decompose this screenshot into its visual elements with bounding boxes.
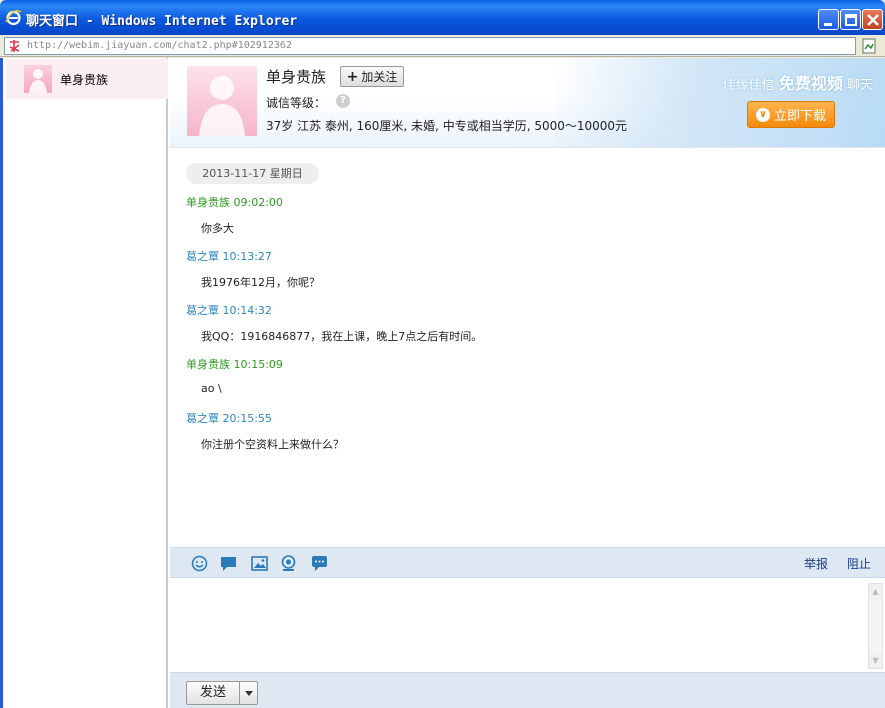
address-field[interactable]: http://webim.jiayuan.com/chat2.php#10291… [4,37,856,55]
message-text: 你多大 [201,222,234,235]
free-video-promo: 佳缘佳信 免费视频 聊天 [723,70,873,94]
message-header: 葛之覃 10:13:27 [186,248,272,264]
minimize-button[interactable] [818,9,839,30]
message-sender: 葛之覃 [186,304,219,317]
input-scrollbar[interactable]: ▲ ▼ [868,583,883,669]
message-header: 葛之覃 20:15:55 [186,410,272,426]
profile-header: 单身贵族 + 加关注 诚信等级： ? 37岁 江苏 泰州, 160厘米, 未婚,… [170,58,885,148]
webcam-icon[interactable] [280,555,297,572]
maximize-icon [845,14,857,26]
message-header: 单身贵族 10:15:09 [186,356,283,372]
message-sender: 葛之覃 [186,250,219,263]
female-silhouette-icon [29,69,47,93]
download-icon: ∨ [755,107,770,122]
message-text: ao \ [201,382,222,395]
follow-button[interactable]: + 加关注 [340,66,404,87]
download-label: 立即下载 [773,109,826,124]
message-icon[interactable] [311,555,328,572]
profile-photo[interactable] [187,66,257,136]
scroll-up-icon[interactable]: ▲ [869,584,882,599]
credit-level-label: 诚信等级： [266,96,327,110]
message-time: 10:15:09 [233,358,283,371]
profile-name: 单身贵族 [266,68,327,86]
download-button[interactable]: ∨ 立即下载 [747,101,835,128]
report-link[interactable]: 举报 [804,555,828,572]
send-bar: 发送 [170,672,885,708]
minimize-icon [824,23,832,26]
message-header: 葛之覃 10:14:32 [186,302,272,318]
window-titlebar[interactable]: 聊天窗口 - Windows Internet Explorer [0,0,885,35]
message-sender: 单身贵族 [186,358,230,371]
message-time: 20:15:55 [222,412,272,425]
window-title: 聊天窗口 - Windows Internet Explorer [26,14,298,29]
smiley-icon[interactable] [191,555,208,572]
address-url: http://webim.jiayuan.com/chat2.php#10291… [27,40,292,51]
promo-prefix: 佳缘佳信 [722,78,775,93]
follow-label: 加关注 [361,70,398,84]
chat-bubble-icon[interactable] [220,555,237,572]
female-silhouette-icon [199,76,245,136]
promo-suffix: 聊天 [846,78,873,93]
internet-explorer-icon [5,10,22,26]
send-button[interactable]: 发送 [186,681,240,705]
chat-log: 2013-11-17 星期日 单身贵族 09:02:00 你多大 葛之覃 10:… [170,149,885,547]
message-input[interactable]: ▲ ▼ [170,578,885,672]
profile-info: 37岁 江苏 泰州, 160厘米, 未婚, 中专或相当学历, 5000～1000… [266,119,628,133]
page-icon[interactable] [862,38,877,54]
message-text: 你注册个空资料上来做什么？ [201,438,344,451]
message-sender: 葛之覃 [186,412,219,425]
message-text: 我1976年12月，你呢？ [201,276,320,289]
image-icon[interactable] [251,555,268,572]
close-icon [867,14,879,26]
contact-sidebar: 单身贵族 [0,58,168,708]
contact-item[interactable]: 单身贵族 [6,59,168,99]
help-icon[interactable]: ? [336,94,350,108]
contact-name: 单身贵族 [60,73,109,87]
maximize-button[interactable] [840,9,861,30]
message-text: 我QQ：1916846877，我在上课，晚上7点之后有时间。 [201,330,483,343]
message-time: 10:14:32 [222,304,272,317]
message-sender: 单身贵族 [186,196,230,209]
jiayuan-favicon-icon [8,39,22,53]
message-time: 09:02:00 [233,196,283,209]
chat-window: 单身贵族 单身贵族 + 加关注 诚信等级： ? 37岁 江苏 泰州, 160厘米… [0,58,885,708]
send-options-dropdown[interactable] [239,681,258,705]
promo-highlight: 免费视频 [778,74,843,93]
message-header: 单身贵族 09:02:00 [186,194,283,210]
chat-toolbar: 举报 阻止 [170,547,885,578]
plus-icon: + [346,68,359,85]
message-time: 10:13:27 [222,250,272,263]
contact-avatar [24,65,52,93]
close-button[interactable] [862,9,883,30]
scroll-down-icon[interactable]: ▼ [869,653,882,668]
address-bar: http://webim.jiayuan.com/chat2.php#10291… [0,35,885,57]
date-separator: 2013-11-17 星期日 [186,163,319,184]
block-link[interactable]: 阻止 [847,555,871,572]
